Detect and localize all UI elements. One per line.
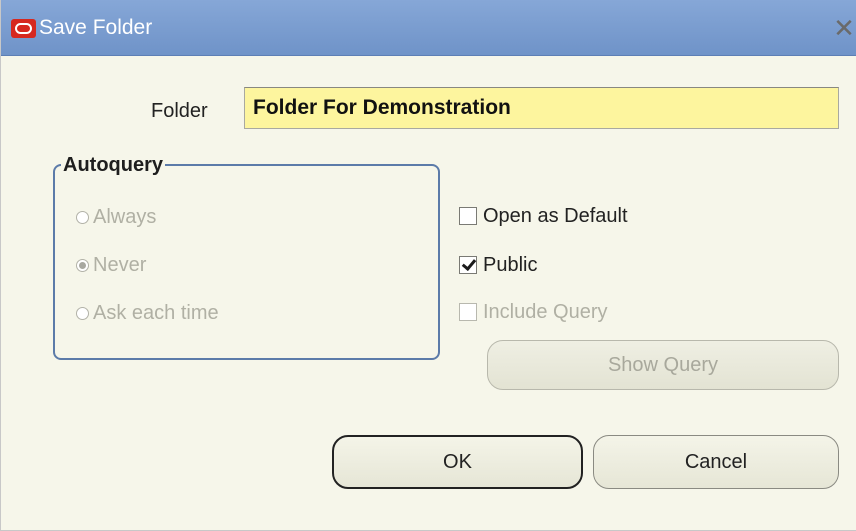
radio-button-icon — [76, 306, 89, 320]
radio-never[interactable]: Never — [76, 252, 146, 278]
cancel-button[interactable]: Cancel — [593, 435, 839, 489]
autoquery-legend: Autoquery — [61, 153, 165, 177]
save-folder-dialog: Save Folder ✕ Folder Autoquery Always Ne… — [0, 0, 856, 531]
show-query-button[interactable]: Show Query — [487, 340, 839, 390]
include-query-label: Include Query — [483, 301, 608, 323]
title-bar[interactable]: Save Folder ✕ — [1, 0, 856, 56]
checkbox-checked-icon[interactable] — [459, 256, 477, 274]
radio-never-label: Never — [93, 254, 147, 276]
public-label: Public — [483, 254, 538, 276]
include-query-checkbox[interactable]: Include Query — [459, 299, 608, 325]
public-checkbox[interactable]: Public — [459, 252, 537, 278]
ok-button[interactable]: OK — [332, 435, 583, 489]
radio-always[interactable]: Always — [76, 204, 156, 230]
radio-ask-each-time[interactable]: Ask each time — [76, 300, 219, 326]
window-title: Save Folder — [39, 16, 153, 39]
radio-always-label: Always — [93, 206, 157, 228]
checkbox-icon[interactable] — [459, 207, 477, 225]
radio-button-selected-icon — [76, 258, 89, 272]
radio-ask-each-time-label: Ask each time — [93, 302, 219, 324]
close-icon[interactable]: ✕ — [832, 14, 856, 42]
oracle-logo-icon — [11, 19, 36, 38]
open-as-default-label: Open as Default — [483, 205, 628, 227]
folder-name-input[interactable] — [244, 87, 839, 129]
folder-label: Folder — [151, 100, 208, 122]
radio-button-icon — [76, 210, 89, 224]
open-as-default-checkbox[interactable]: Open as Default — [459, 203, 628, 229]
checkbox-icon[interactable] — [459, 303, 477, 321]
